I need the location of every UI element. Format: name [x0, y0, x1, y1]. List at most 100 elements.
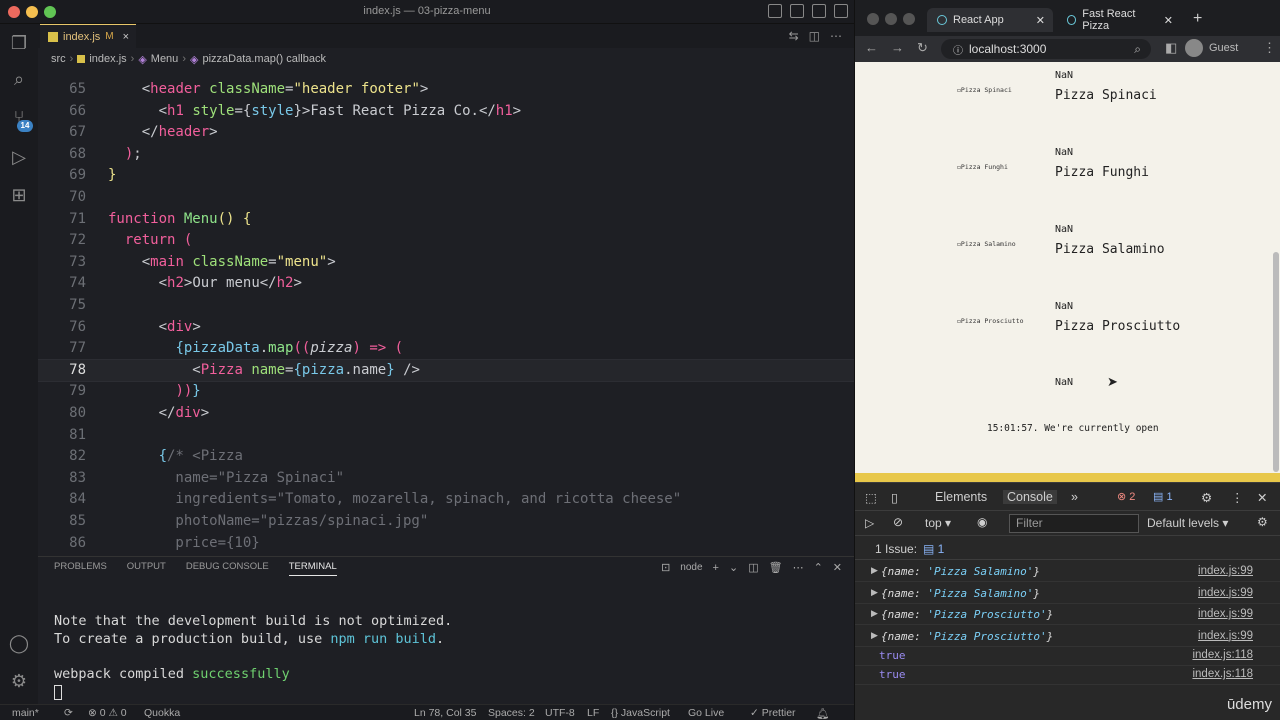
prettier-indicator[interactable]: ✓ Prettier — [750, 707, 796, 719]
code-line[interactable]: 81 — [38, 425, 854, 447]
tab-elements[interactable]: Elements — [935, 490, 987, 504]
code-line[interactable]: 66 <h1 style={style}>Fast React Pizza Co… — [38, 101, 854, 123]
tab-close-icon[interactable]: ✕ — [1164, 14, 1173, 27]
more-actions-icon[interactable]: ⋯ — [793, 561, 804, 574]
code-line[interactable]: 84 ingredients="Tomato, mozarella, spina… — [38, 489, 854, 511]
encoding-indicator[interactable]: UTF-8 — [545, 707, 575, 719]
browser-tab-react-app[interactable]: React App ✕ — [927, 8, 1053, 32]
side-panel-icon[interactable]: ◧ — [1165, 40, 1177, 56]
url-bar[interactable]: ⓘ localhost:3000 ⌕ — [941, 39, 1151, 59]
close-icon[interactable]: ✕ — [1257, 490, 1267, 505]
more-actions-icon[interactable]: ⋯ — [830, 29, 842, 43]
settings-gear-icon[interactable]: ⚙ — [1257, 515, 1268, 529]
search-icon[interactable]: ⌕ — [8, 68, 30, 90]
code-line[interactable]: 69} — [38, 165, 854, 187]
more-menu-icon[interactable]: ⋮ — [1263, 40, 1276, 56]
quokka-indicator[interactable]: Quokka — [144, 707, 180, 719]
console-log-row[interactable]: ▶ {name: 'Pizza Salamino'} index.js:99 — [855, 561, 1280, 582]
customize-layout-icon[interactable] — [834, 4, 848, 18]
reload-icon[interactable]: ↻ — [917, 40, 928, 56]
branch-indicator[interactable]: main* — [12, 707, 39, 719]
settings-gear-icon[interactable]: ⚙ — [8, 670, 30, 692]
extensions-icon[interactable]: ⊞ — [8, 184, 30, 206]
log-source-link[interactable]: index.js:118 — [1192, 668, 1253, 680]
run-debug-icon[interactable]: ▷ — [8, 146, 30, 168]
code-line[interactable]: 82 {/* <Pizza — [38, 446, 854, 468]
indentation-indicator[interactable]: Spaces: 2 — [488, 707, 535, 719]
eol-indicator[interactable]: LF — [587, 707, 599, 719]
sync-icon[interactable]: ⟳ — [64, 707, 73, 719]
toggle-sidebar-icon[interactable] — [768, 4, 782, 18]
inspect-element-icon[interactable]: ⬚ — [865, 490, 877, 505]
code-line[interactable]: 71 function Menu() { — [38, 209, 854, 231]
device-toolbar-icon[interactable]: ▯ — [891, 490, 898, 505]
issue-count-badge[interactable]: ▤ 1 — [1153, 490, 1173, 503]
breadcrumb-src[interactable]: src — [51, 53, 66, 65]
log-source-link[interactable]: index.js:118 — [1192, 649, 1253, 661]
log-source-link[interactable]: index.js:99 — [1198, 587, 1253, 599]
minimize-window-button[interactable] — [885, 13, 897, 25]
code-line[interactable]: 83 name="Pizza Spinaci" — [38, 468, 854, 490]
zoom-window-button[interactable] — [903, 13, 915, 25]
tab-close-icon[interactable]: ✕ — [1036, 14, 1045, 27]
code-line[interactable]: 70 — [38, 187, 854, 209]
code-line[interactable]: 72 return ( — [38, 230, 854, 252]
compare-changes-icon[interactable]: ⇆ — [789, 29, 799, 43]
console-log-row[interactable]: true index.js:118 — [855, 647, 1280, 666]
toggle-secondary-sidebar-icon[interactable] — [812, 4, 826, 18]
log-source-link[interactable]: index.js:99 — [1198, 565, 1253, 577]
info-icon[interactable]: ⓘ — [953, 42, 963, 57]
chevron-down-icon[interactable]: ⌄ — [729, 561, 738, 574]
search-icon[interactable]: ⌕ — [1134, 42, 1141, 57]
code-line[interactable]: 75 — [38, 295, 854, 317]
page-scrollbar[interactable] — [1273, 252, 1279, 472]
more-menu-icon[interactable]: ⋮ — [1231, 490, 1244, 505]
terminal-cursor[interactable] — [54, 685, 62, 700]
trash-icon[interactable]: 🗑 — [769, 561, 783, 574]
issues-badge[interactable]: ▤ 1 — [923, 542, 944, 556]
close-icon[interactable]: ✕ — [833, 561, 842, 574]
expand-arrow-icon[interactable]: ▶ — [871, 630, 878, 641]
code-line[interactable]: 86 price={10} — [38, 533, 854, 554]
log-levels-select[interactable]: Default levels ▾ — [1147, 516, 1228, 530]
split-terminal-icon[interactable]: ◫ — [748, 561, 758, 574]
console-log-row[interactable]: true index.js:118 — [855, 666, 1280, 685]
console-log-row[interactable]: ▶ {name: 'Pizza Salamino'} index.js:99 — [855, 583, 1280, 604]
code-line[interactable]: 79 ))} — [38, 381, 854, 403]
code-line[interactable]: 76 <div> — [38, 317, 854, 339]
sidebar-toggle-icon[interactable]: ▷ — [865, 516, 874, 530]
code-line[interactable]: 68 ); — [38, 144, 854, 166]
expand-arrow-icon[interactable]: ▶ — [871, 565, 878, 576]
browser-tab-fast-react-pizza[interactable]: Fast React Pizza ✕ — [1057, 8, 1181, 32]
language-indicator[interactable]: {} JavaScript — [611, 707, 670, 719]
back-arrow-icon[interactable]: ← — [865, 40, 878, 55]
code-line[interactable]: 65 <header className="header footer"> — [38, 79, 854, 101]
code-line[interactable]: 85 photoName="pizzas/spinaci.jpg" — [38, 511, 854, 533]
console-log-row[interactable]: ▶ {name: 'Pizza Prosciutto'} index.js:99 — [855, 626, 1280, 647]
new-tab-button[interactable]: + — [1193, 10, 1202, 28]
issues-row[interactable]: 1 Issue: ▤ 1 — [855, 538, 1280, 560]
breadcrumb-callback[interactable]: pizzaData.map() callback — [202, 53, 326, 65]
tab-terminal[interactable]: TERMINAL — [288, 561, 337, 576]
code-line[interactable]: 67 </header> — [38, 122, 854, 144]
tab-console[interactable]: Console — [1003, 490, 1057, 504]
settings-gear-icon[interactable]: ⚙ — [1201, 490, 1212, 505]
code-line[interactable]: 78 <Pizza name={pizza.name} /> — [38, 358, 854, 383]
tab-close-icon[interactable]: × — [123, 31, 129, 43]
code-line[interactable]: 77 {pizzaData.map((pizza) => ( — [38, 338, 854, 360]
clear-console-icon[interactable]: ⊘ — [893, 515, 903, 529]
account-icon[interactable]: ◯ — [8, 632, 30, 654]
bell-icon[interactable]: 🔔︎ — [816, 707, 829, 720]
console-log-row[interactable]: ▶ {name: 'Pizza Prosciutto'} index.js:99 — [855, 604, 1280, 625]
filter-input[interactable]: Filter — [1009, 514, 1139, 533]
context-select[interactable]: top ▾ — [925, 516, 951, 530]
breadcrumb-file[interactable]: index.js — [89, 53, 126, 65]
profile-button[interactable]: Guest — [1185, 39, 1238, 57]
forward-arrow-icon[interactable]: → — [891, 40, 904, 55]
tab-index-js[interactable]: index.js M × — [40, 24, 136, 48]
error-count-badge[interactable]: ⊗ 2 — [1117, 490, 1135, 503]
breadcrumb-symbol[interactable]: Menu — [151, 53, 179, 65]
log-source-link[interactable]: index.js:99 — [1198, 608, 1253, 620]
explorer-icon[interactable]: ❐ — [8, 32, 30, 54]
close-window-button[interactable] — [867, 13, 879, 25]
